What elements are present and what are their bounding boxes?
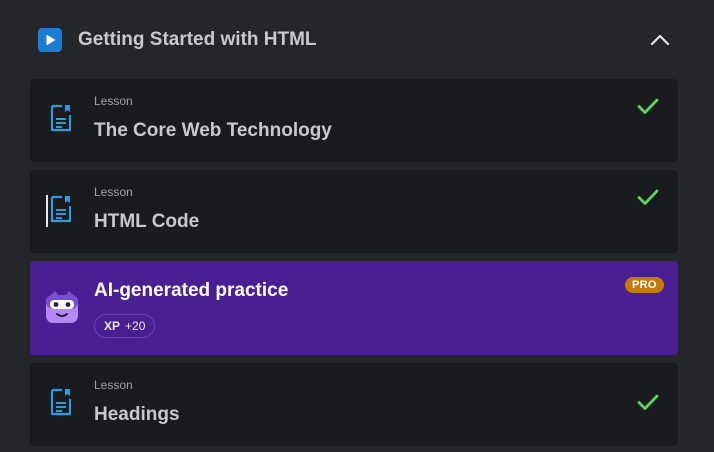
item-type-label: Lesson xyxy=(94,94,133,108)
checkmark-icon xyxy=(637,189,659,205)
practice-item[interactable]: AI-generated practice XP +20 PRO xyxy=(30,261,678,355)
xp-label: XP xyxy=(104,319,121,333)
xp-badge: XP +20 xyxy=(94,314,156,338)
item-title: HTML Code xyxy=(94,211,200,232)
item-type-label: Lesson xyxy=(94,378,133,392)
bot-icon xyxy=(46,291,78,323)
lesson-item[interactable]: Lesson The Core Web Technology xyxy=(30,79,678,162)
lesson-item[interactable]: Lesson Headings xyxy=(30,363,678,446)
chevron-up-icon[interactable] xyxy=(646,26,674,54)
pro-badge: PRO xyxy=(625,277,664,293)
item-type-label: Lesson xyxy=(94,185,133,199)
item-title: The Core Web Technology xyxy=(94,120,332,141)
xp-value: +20 xyxy=(125,319,146,333)
text-cursor xyxy=(46,195,48,227)
item-title: AI-generated practice xyxy=(94,280,289,301)
checkmark-icon xyxy=(637,394,659,410)
section-header[interactable]: Getting Started with HTML xyxy=(0,0,714,80)
section-title: Getting Started with HTML xyxy=(78,29,317,50)
play-icon xyxy=(38,28,62,52)
document-icon xyxy=(50,195,72,223)
document-icon xyxy=(50,388,72,416)
item-title: Headings xyxy=(94,404,180,425)
checkmark-icon xyxy=(637,98,659,114)
lesson-item[interactable]: Lesson HTML Code xyxy=(30,170,678,253)
document-icon xyxy=(50,104,72,132)
